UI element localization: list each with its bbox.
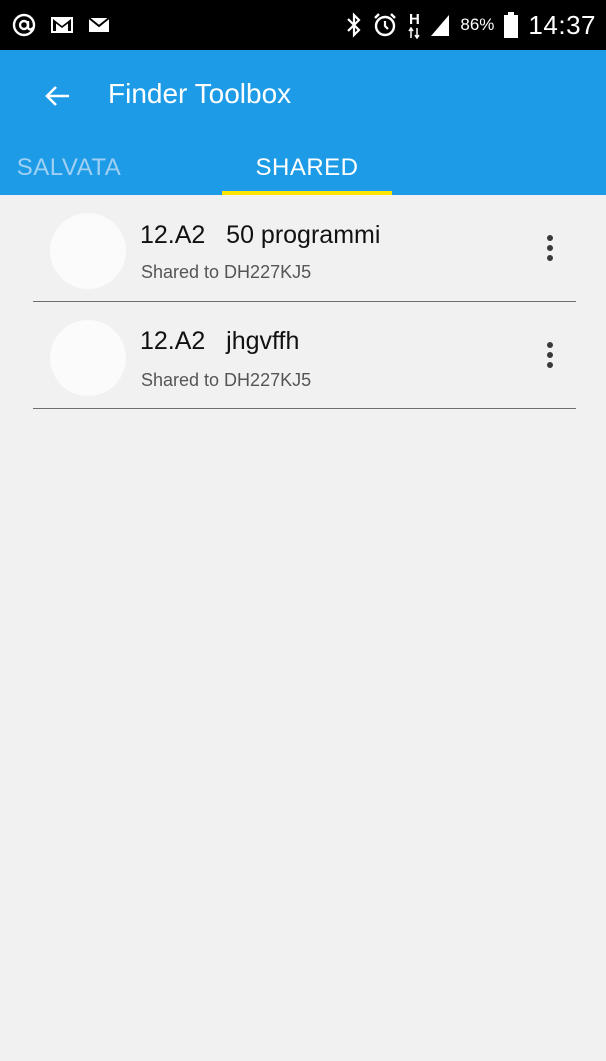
item-subtitle: Shared to DH227KJ5 bbox=[141, 370, 312, 390]
status-bar: H 86% 14:37 bbox=[0, 0, 606, 50]
battery-percent: 86% bbox=[460, 15, 495, 34]
more-vert-icon bbox=[546, 341, 554, 374]
divider bbox=[33, 408, 576, 409]
app-title: Finder Toolbox bbox=[108, 78, 292, 109]
tab-salvata[interactable]: SALVATA bbox=[0, 145, 144, 195]
more-vert-icon bbox=[546, 234, 554, 267]
gmail-icon bbox=[50, 15, 74, 35]
tab-label: SALVATA bbox=[16, 154, 122, 181]
bluetooth-icon bbox=[346, 12, 362, 38]
status-right-icons: H 86% 14:37 bbox=[346, 0, 596, 50]
item-subtitle: Shared to DH227KJ5 bbox=[141, 262, 312, 282]
shared-list: 12.A2 50 programmi Shared to DH227KJ5 12… bbox=[0, 195, 606, 409]
tab-label: SHARED bbox=[255, 154, 359, 181]
tab-shared[interactable]: SHARED bbox=[222, 145, 392, 195]
list-item[interactable]: 12.A2 50 programmi Shared to DH227KJ5 bbox=[0, 195, 606, 302]
at-sign-icon bbox=[12, 13, 36, 37]
signal-icon bbox=[430, 13, 450, 37]
more-options-button[interactable] bbox=[536, 337, 564, 377]
tab-bar: SALVATA SHARED bbox=[0, 145, 606, 195]
battery-icon bbox=[504, 12, 519, 38]
item-title: 12.A2 50 programmi bbox=[140, 221, 381, 249]
status-left-icons bbox=[12, 0, 110, 50]
mail-icon bbox=[88, 16, 110, 34]
app-bar: Finder Toolbox SALVATA SHARED bbox=[0, 50, 606, 195]
network-type-label: H bbox=[408, 10, 420, 28]
back-button[interactable] bbox=[30, 70, 86, 126]
item-title: 12.A2 jhgvffh bbox=[140, 327, 300, 355]
avatar bbox=[50, 320, 126, 396]
avatar bbox=[50, 213, 126, 289]
hspa-icon: H bbox=[408, 10, 421, 39]
alarm-icon bbox=[372, 12, 398, 38]
arrow-left-icon bbox=[45, 85, 71, 112]
list-item[interactable]: 12.A2 jhgvffh Shared to DH227KJ5 bbox=[0, 302, 606, 409]
clock: 14:37 bbox=[528, 9, 596, 40]
more-options-button[interactable] bbox=[536, 230, 564, 270]
